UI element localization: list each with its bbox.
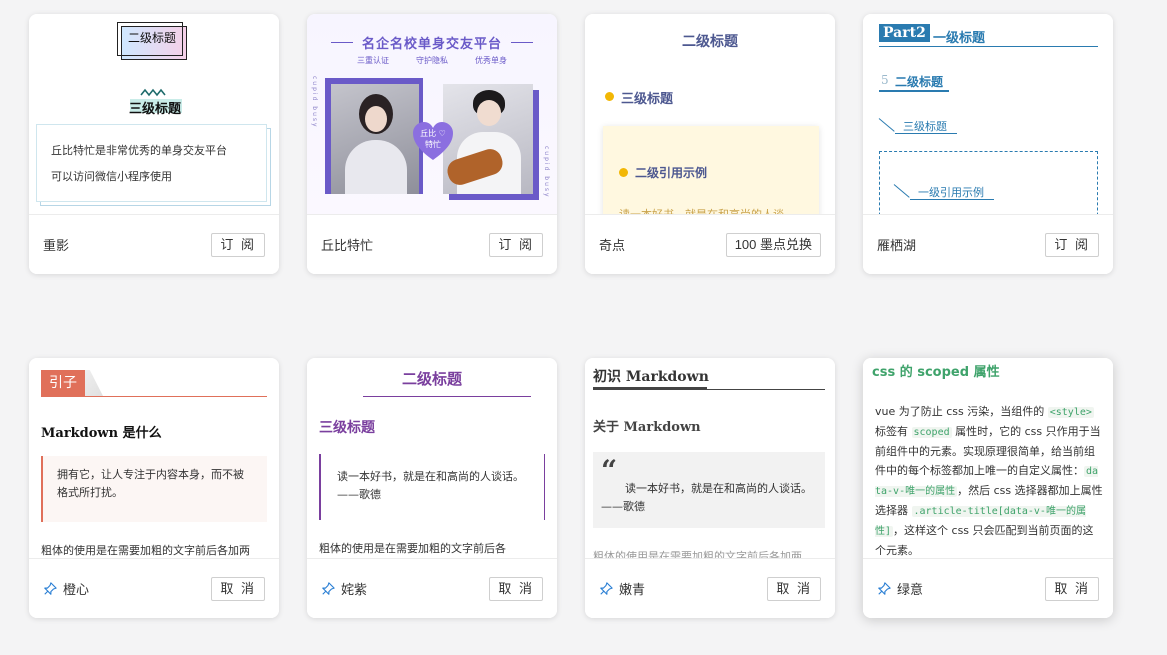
subscribe-button[interactable]: 订 阅 <box>489 232 543 257</box>
quote-mark-icon: “ <box>601 454 618 487</box>
theme-name: 嫩青 <box>619 583 646 598</box>
pin-icon <box>44 581 57 595</box>
theme-card-chongying[interactable]: 二级标题 三级标题 丘比特忙是非常优秀的单身交友平台 可以访问微信小程序使用 重… <box>29 14 279 274</box>
theme-card-yanqihu[interactable]: Part2 一级标题 5 二级标题 三级标题 一级引用示例 雁栖湖 订 阅 <box>863 14 1113 274</box>
theme-card-qiubitemang[interactable]: 名企名校单身交友平台 三重认证 守护隐私 优秀单身 丘比 ♡ 特忙 cupid … <box>307 14 557 274</box>
para-text: 粗体的使用是在需要加粗的文字前后各加两 <box>41 544 250 557</box>
theme-name: 丘比特忙 <box>321 239 374 254</box>
heading-sample: css 的 scoped 属性 <box>872 365 1000 380</box>
pin-icon <box>322 581 335 595</box>
theme-name: 奇点 <box>599 239 626 254</box>
theme-name: 雁栖湖 <box>877 239 917 254</box>
subscribe-button[interactable]: 订 阅 <box>1045 232 1099 257</box>
para-text: 粗体的使用是在需要加粗的文字前后各 <box>319 542 506 555</box>
heart-label: 丘比 ♡ 特忙 <box>420 129 446 149</box>
theme-preview: 引子 Markdown 是什么 拥有它，让人专注于内容本身，而不被格式所打扰。 … <box>29 358 279 558</box>
cancel-button[interactable]: 取 消 <box>1045 576 1099 601</box>
theme-name: 绿意 <box>897 583 924 598</box>
para-line: 可以访问微信小程序使用 <box>51 170 172 183</box>
cancel-button[interactable]: 取 消 <box>767 576 821 601</box>
side-text: cupid busy <box>311 76 318 129</box>
h1-sample: 一级标题 <box>933 31 986 46</box>
quote-text: 拥有它，让人专注于内容本身，而不被格式所打扰。 <box>57 468 244 499</box>
theme-card-nenqing[interactable]: 初识 Markdown 关于 Markdown “ 读一本好书，就是在和高尚的人… <box>585 358 835 618</box>
banner-title: 名企名校单身交友平台 <box>361 37 502 52</box>
cancel-button[interactable]: 取 消 <box>489 576 543 601</box>
card-footer: 重影 订 阅 <box>29 214 279 274</box>
card-footer: 雁栖湖 订 阅 <box>863 214 1113 274</box>
theme-card-lvyi[interactable]: css 的 scoped 属性 vue 为了防止 css 污染，当组件的 <st… <box>863 358 1113 618</box>
cancel-button[interactable]: 取 消 <box>211 576 265 601</box>
card-footer: 橙心 取 消 <box>29 558 279 618</box>
theme-preview: 二级标题 三级标题 读一本好书，就是在和高尚的人谈话。 ——歌德 粗体的使用是在… <box>307 358 557 558</box>
theme-preview: Part2 一级标题 5 二级标题 三级标题 一级引用示例 <box>863 14 1113 214</box>
quote-title: 一级引用示例 <box>918 186 984 199</box>
card-footer: 绿意 取 消 <box>863 558 1113 618</box>
quote-block: 拥有它，让人专注于内容本身，而不被格式所打扰。 <box>41 456 267 522</box>
theme-card-chengxin[interactable]: 引子 Markdown 是什么 拥有它，让人专注于内容本身，而不被格式所打扰。 … <box>29 358 279 618</box>
quote-block: 读一本好书，就是在和高尚的人谈话。 ——歌德 <box>319 454 545 520</box>
h1-sample: 初识 Markdown <box>593 369 709 385</box>
tag-label: 优秀单身 <box>475 56 507 65</box>
photo-girl <box>331 84 419 194</box>
theme-preview: 初识 Markdown 关于 Markdown “ 读一本好书，就是在和高尚的人… <box>585 358 835 558</box>
bullet-dot <box>605 92 614 101</box>
quote-text: 读一本好书，就是在和高尚的人谈话。 ——歌德 <box>337 470 524 501</box>
h2-sample: 二级标题 <box>127 31 176 45</box>
theme-preview: 二级标题 三级标题 二级引用示例 读一本好书，就是在和高尚的人谈 <box>585 14 835 214</box>
theme-name: 重影 <box>43 239 70 254</box>
side-text: cupid busy <box>543 146 550 199</box>
heading-sample: Markdown 是什么 <box>41 426 162 441</box>
card-footer: 奇点 100 墨点兑换 <box>585 214 835 274</box>
quote-block: 一级引用示例 <box>879 151 1098 214</box>
intro-tag: 引子 <box>41 370 85 396</box>
quote-block: 二级引用示例 读一本好书，就是在和高尚的人谈 <box>603 126 819 214</box>
theme-preview: css 的 scoped 属性 vue 为了防止 css 污染，当组件的 <st… <box>863 358 1113 558</box>
pin-icon <box>600 581 613 595</box>
subscribe-button[interactable]: 订 阅 <box>211 232 265 257</box>
section-number: 5 <box>881 73 889 87</box>
card-footer: 丘比特忙 订 阅 <box>307 214 557 274</box>
h2-sample: 二级标题 <box>895 75 944 89</box>
h2-sample: 二级标题 <box>682 34 738 50</box>
theme-preview: 二级标题 三级标题 丘比特忙是非常优秀的单身交友平台 可以访问微信小程序使用 <box>29 14 279 214</box>
h3-sample: 三级标题 <box>319 420 375 436</box>
pin-icon <box>878 581 891 595</box>
card-footer: 姹紫 取 消 <box>307 558 557 618</box>
wave-icon <box>140 82 168 97</box>
theme-card-chazi[interactable]: 二级标题 三级标题 读一本好书，就是在和高尚的人谈话。 ——歌德 粗体的使用是在… <box>307 358 557 618</box>
theme-card-qidian[interactable]: 二级标题 三级标题 二级引用示例 读一本好书，就是在和高尚的人谈 奇点 100 … <box>585 14 835 274</box>
tag-label: 守护隐私 <box>416 56 448 65</box>
article-text: vue 为了防止 css 污染，当组件的 <style> 标签有 scoped … <box>875 405 1103 557</box>
redeem-button[interactable]: 100 墨点兑换 <box>725 232 821 257</box>
photo-boy <box>443 84 533 194</box>
card-footer: 嫩青 取 消 <box>585 558 835 618</box>
h3-sample: 三级标题 <box>621 92 674 107</box>
theme-name: 姹紫 <box>341 583 368 598</box>
h3-sample: 三级标题 <box>128 102 181 117</box>
h2-sample: 二级标题 <box>401 370 462 388</box>
theme-name: 橙心 <box>63 583 90 598</box>
quote-text: 读一本好书，就是在和高尚的人谈 <box>619 206 784 214</box>
para-line: 丘比特忙是非常优秀的单身交友平台 <box>51 144 227 157</box>
part-badge: Part2 <box>879 24 930 42</box>
theme-preview: 名企名校单身交友平台 三重认证 守护隐私 优秀单身 丘比 ♡ 特忙 cupid … <box>307 14 557 214</box>
quote-title: 二级引用示例 <box>635 166 708 180</box>
tag-label: 三重认证 <box>357 56 389 65</box>
h2-sample: 关于 Markdown <box>593 420 701 435</box>
para-text: 粗体的使用是在需要加粗的文字前后各加两 <box>593 550 802 558</box>
quote-block: “ 读一本好书，就是在和高尚的人谈话。——歌德 <box>593 452 825 528</box>
quote-text: 读一本好书，就是在和高尚的人谈话。——歌德 <box>601 482 812 513</box>
h3-sample: 三级标题 <box>903 120 947 133</box>
